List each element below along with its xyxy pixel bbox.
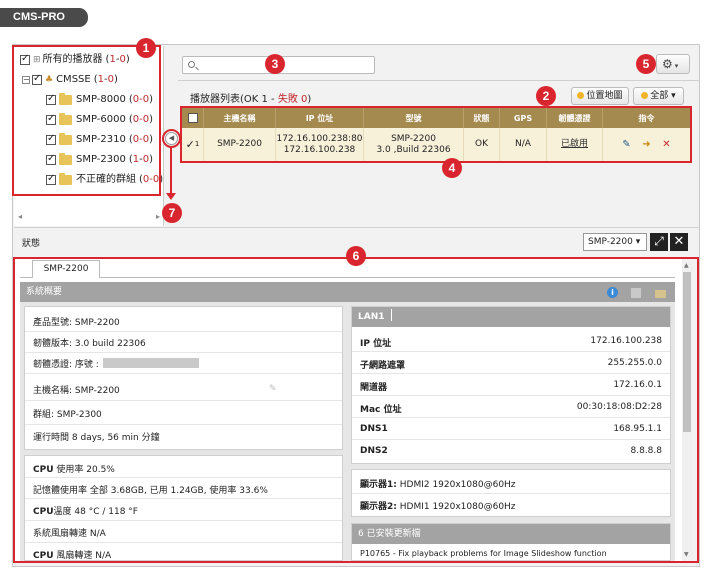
callout-badge-6: 6 bbox=[346, 246, 366, 266]
device-select[interactable]: SMP-2200 ▾ bbox=[583, 233, 647, 251]
settings-button[interactable]: ⚙ ▾ bbox=[656, 54, 690, 74]
location-map-button[interactable]: 位置地圖 bbox=[571, 87, 629, 105]
expand-button[interactable]: ⤢ bbox=[650, 233, 668, 251]
divider bbox=[178, 80, 700, 81]
scroll-left-icon: ◂ bbox=[18, 212, 23, 221]
tree-horizontal-scrollbar[interactable]: ◂ ▸ bbox=[14, 212, 164, 222]
chevron-down-icon: ▾ bbox=[674, 62, 679, 70]
scroll-right-icon: ▸ bbox=[155, 212, 160, 221]
gear-icon: ⚙ bbox=[662, 57, 673, 71]
callout-badge-2: 2 bbox=[536, 86, 556, 106]
app-title: CMS-PRO bbox=[0, 8, 88, 27]
callout-badge-5: 5 bbox=[636, 54, 656, 74]
callout-badge-1: 1 bbox=[136, 38, 156, 58]
callout-box-details bbox=[13, 257, 699, 563]
player-list-title: 播放器列表(OK 1 - 失敗 0) bbox=[190, 94, 312, 105]
callout-badge-4: 4 bbox=[442, 158, 462, 178]
callout-arrow bbox=[166, 146, 176, 200]
close-button[interactable]: ✕ bbox=[670, 233, 688, 251]
filter-all-dropdown[interactable]: 全部 ▾ bbox=[633, 87, 684, 105]
filter-icon bbox=[641, 92, 649, 99]
search-icon bbox=[188, 61, 195, 68]
callout-box-tree bbox=[12, 45, 161, 196]
bulb-icon bbox=[577, 92, 585, 99]
callout-box-table bbox=[180, 106, 692, 163]
status-label: 狀態 bbox=[22, 239, 41, 249]
callout-badge-3: 3 bbox=[265, 54, 285, 74]
chevron-down-icon: ▾ bbox=[635, 237, 641, 247]
divider bbox=[14, 227, 700, 228]
callout-badge-7: 7 bbox=[162, 203, 182, 223]
